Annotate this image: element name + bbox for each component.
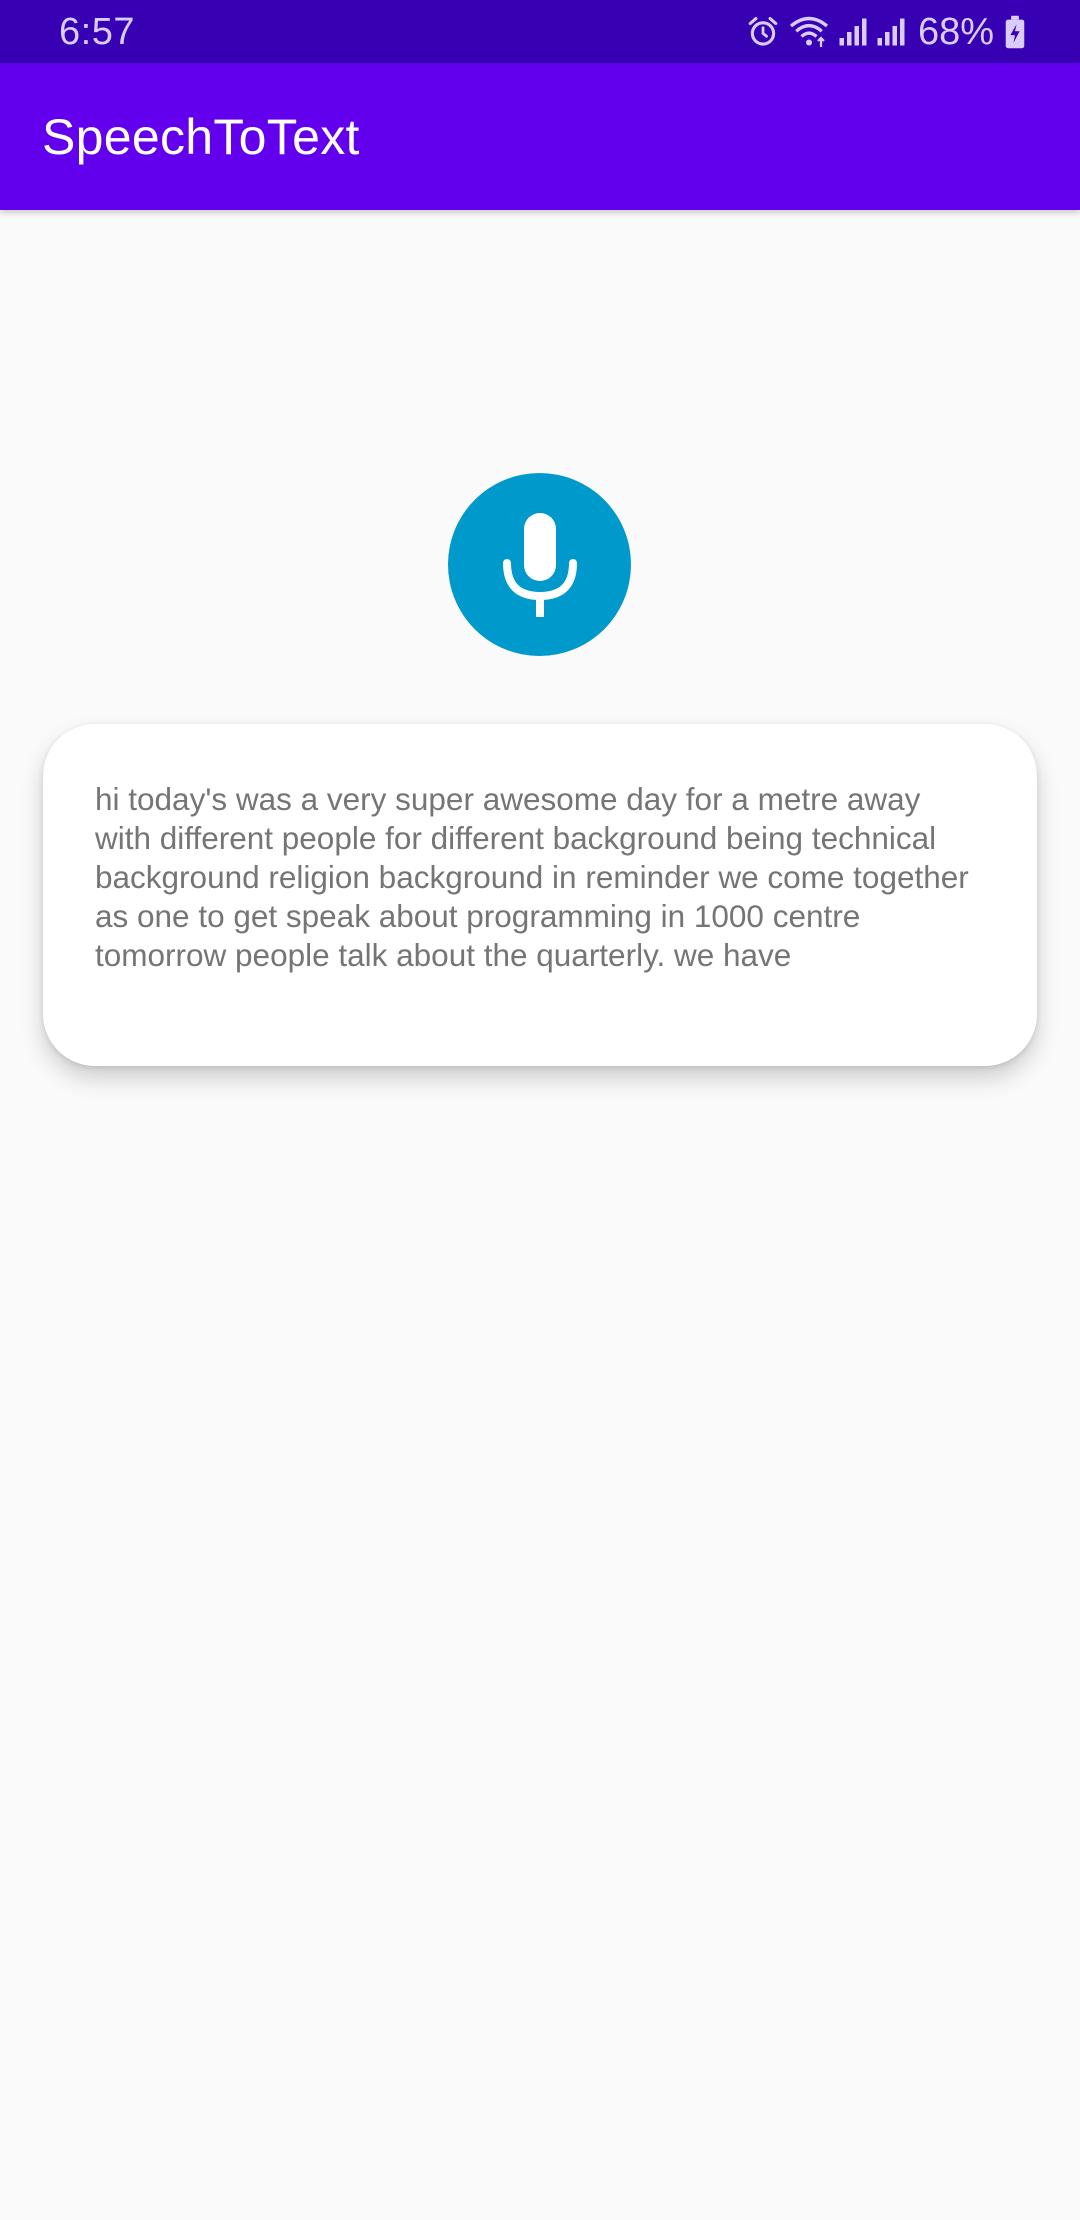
alarm-icon <box>746 15 780 49</box>
battery-charging-icon <box>1004 15 1026 49</box>
signal-icon <box>876 17 906 47</box>
wifi-icon <box>788 15 830 49</box>
microphone-button[interactable] <box>448 473 631 656</box>
transcript-card: hi today's was a very super awesome day … <box>43 724 1037 1066</box>
microphone-icon <box>502 512 577 617</box>
status-icons: 68% <box>746 8 1026 56</box>
app-title: SpeechToText <box>42 109 360 165</box>
signal-icon <box>838 17 868 47</box>
transcript-text: hi today's was a very super awesome day … <box>95 781 969 973</box>
status-time: 6:57 <box>59 11 135 53</box>
app-bar: SpeechToText <box>0 63 1080 210</box>
status-bar: 6:57 68% <box>0 0 1080 63</box>
battery-percent: 68% <box>917 11 994 53</box>
